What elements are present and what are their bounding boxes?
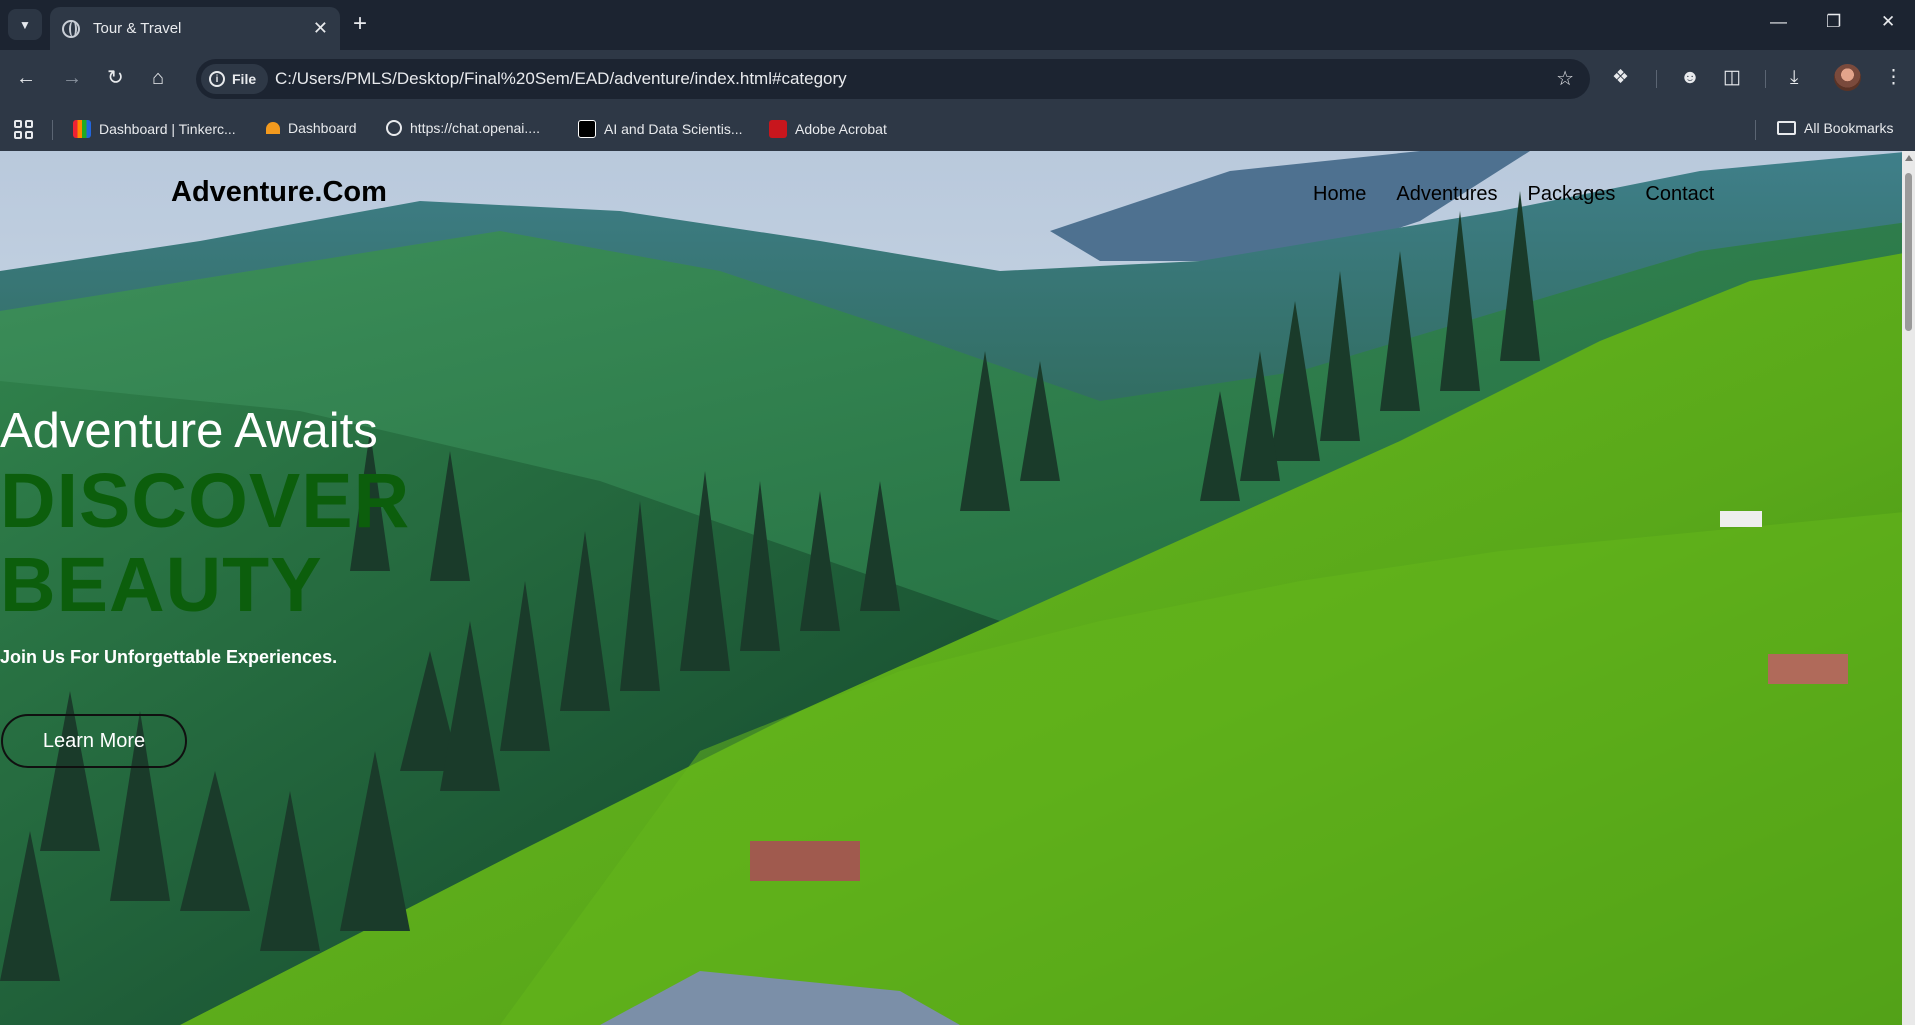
bookmark-label: Dashboard | Tinkerc... [99, 121, 236, 137]
dashboard-icon [266, 122, 280, 134]
bookmark-star-icon[interactable]: ☆ [1556, 66, 1574, 91]
bookmark-dashboard[interactable]: Dashboard [266, 120, 357, 136]
scrollbar-thumb[interactable] [1905, 173, 1912, 331]
bookmark-label: AI and Data Scientis... [604, 121, 743, 137]
menu-icon[interactable]: ⋮ [1884, 66, 1903, 90]
close-tab-icon[interactable]: ✕ [313, 18, 328, 39]
back-button[interactable]: ← [16, 66, 36, 90]
toolbar-divider [1765, 70, 1766, 88]
bookmark-label: Dashboard [288, 120, 357, 136]
bookmarks-divider [52, 120, 53, 140]
apps-grid-icon[interactable] [14, 120, 33, 139]
info-icon: i [209, 71, 225, 87]
minimize-button[interactable]: — [1770, 12, 1787, 32]
app-icon [578, 120, 596, 138]
hero-tagline: Adventure Awaits [0, 404, 378, 458]
close-window-button[interactable]: ✕ [1881, 12, 1895, 32]
side-panel-icon[interactable]: ◫ [1723, 66, 1741, 90]
restore-button[interactable]: ❐ [1826, 12, 1841, 32]
address-bar[interactable]: i File C:/Users/PMLS/Desktop/Final%20Sem… [196, 59, 1590, 99]
site-info-label: File [232, 71, 257, 87]
bookmark-acrobat[interactable]: Adobe Acrobat [769, 120, 887, 138]
bookmark-openai[interactable]: https://chat.openai.... [386, 120, 540, 136]
scroll-up-icon[interactable] [1905, 155, 1913, 161]
site-logo[interactable]: Adventure.Com [171, 176, 387, 209]
site-nav: Home Adventures Packages Contact [1313, 183, 1714, 206]
bookmark-ai-data[interactable]: AI and Data Scientis... [578, 120, 743, 138]
all-bookmarks-button[interactable]: All Bookmarks [1777, 120, 1893, 136]
browser-toolbar: ← → ↻ ⌂ i File C:/Users/PMLS/Desktop/Fin… [0, 50, 1915, 108]
tinkercad-icon [73, 120, 91, 138]
tab-title: Tour & Travel [93, 20, 182, 37]
home-button[interactable]: ⌂ [152, 66, 164, 90]
chevron-down-icon: ▼ [19, 17, 31, 32]
bookmarks-bar: Dashboard | Tinkerc... Dashboard https:/… [0, 108, 1915, 151]
hero-headline-line1: DISCOVER [0, 458, 411, 544]
openai-icon [386, 120, 402, 136]
bookmark-tinkercad[interactable]: Dashboard | Tinkerc... [73, 120, 236, 138]
hero-subline: Join Us For Unforgettable Experiences. [0, 647, 338, 667]
reload-button[interactable]: ↻ [107, 66, 124, 90]
nav-contact[interactable]: Contact [1645, 183, 1714, 206]
bookmark-label: https://chat.openai.... [410, 120, 540, 136]
globe-icon [62, 19, 80, 38]
extensions-icon[interactable]: ❖ [1612, 66, 1629, 90]
incognito-icon[interactable]: ☻ [1680, 66, 1700, 90]
toolbar-divider [1656, 70, 1657, 88]
url-text[interactable]: C:/Users/PMLS/Desktop/Final%20Sem/EAD/ad… [275, 69, 847, 89]
page-viewport: Adventure.Com Home Adventures Packages C… [0, 151, 1915, 1025]
folder-icon [1777, 121, 1796, 135]
learn-more-button[interactable]: Learn More [1, 714, 187, 768]
download-icon[interactable]: ⤓ [1790, 66, 1798, 90]
site-info-chip[interactable]: i File [201, 64, 269, 94]
new-tab-button[interactable]: + [353, 10, 367, 38]
tab-search-button[interactable]: ▼ [8, 9, 42, 40]
profile-avatar[interactable] [1834, 64, 1861, 91]
nav-packages[interactable]: Packages [1528, 183, 1616, 206]
nav-home[interactable]: Home [1313, 183, 1366, 206]
acrobat-icon [769, 120, 787, 138]
browser-tab[interactable]: Tour & Travel ✕ [50, 7, 340, 50]
nav-adventures[interactable]: Adventures [1396, 183, 1497, 206]
forward-button[interactable]: → [62, 66, 82, 90]
bookmark-label: Adobe Acrobat [795, 121, 887, 137]
page-scrollbar[interactable] [1902, 151, 1915, 1025]
hero-headline-line2: BEAUTY [0, 542, 323, 628]
browser-tab-bar: ▼ Tour & Travel ✕ + — ❐ ✕ [0, 0, 1915, 50]
bookmarks-divider [1755, 120, 1756, 140]
hero-text: Adventure Awaits DISCOVER BEAUTY Join Us… [0, 403, 410, 668]
all-bookmarks-label: All Bookmarks [1804, 120, 1894, 136]
